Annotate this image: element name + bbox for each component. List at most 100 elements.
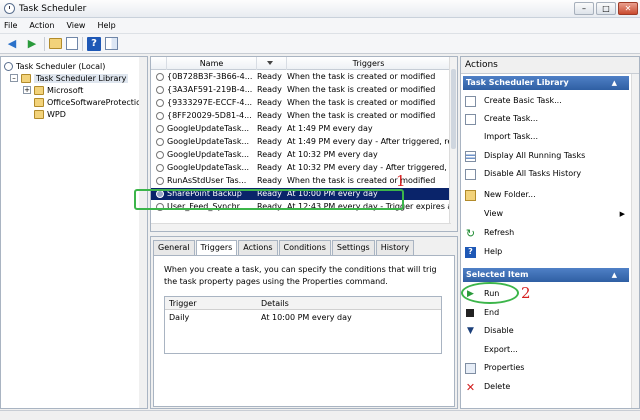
task-list-scrollbar[interactable] xyxy=(449,57,457,231)
action-help[interactable]: ? Help xyxy=(465,245,502,259)
column-icon[interactable] xyxy=(151,57,167,70)
section-label: Selected Item xyxy=(466,270,529,279)
tab-conditions[interactable]: Conditions xyxy=(278,240,331,255)
task-status: Ready xyxy=(257,150,282,159)
folder-icon xyxy=(465,189,476,201)
column-trigger[interactable]: Trigger xyxy=(169,297,197,310)
sort-arrow-icon xyxy=(267,61,273,65)
tab-settings[interactable]: Settings xyxy=(331,240,375,255)
column-details[interactable]: Details xyxy=(261,297,289,310)
actions-scrollbar[interactable] xyxy=(631,74,639,408)
tree-item-officesoftwareprotection[interactable]: OfficeSoftwareProtectio xyxy=(34,96,141,108)
back-arrow-icon[interactable]: ◀ xyxy=(4,36,20,52)
tab-actions[interactable]: Actions xyxy=(238,240,278,255)
action-export[interactable]: Export... xyxy=(465,343,518,357)
collapse-icon[interactable]: – xyxy=(10,74,18,82)
tree-item-root[interactable]: Task Scheduler (Local) xyxy=(4,60,105,72)
tree-scrollbar[interactable] xyxy=(139,57,147,408)
tree-item-microsoft[interactable]: + Microsoft xyxy=(23,84,83,96)
task-list-hscrollbar[interactable] xyxy=(151,223,451,231)
task-status: Ready xyxy=(257,85,282,94)
action-create-basic-task[interactable]: Create Basic Task... xyxy=(465,94,562,108)
table-row[interactable]: {0B728B3F-3B66-4... Ready When the task … xyxy=(151,71,451,83)
action-disable[interactable]: ▼ Disable xyxy=(465,324,514,338)
menu-action[interactable]: Action xyxy=(29,21,54,30)
action-delete[interactable]: ✕ Delete xyxy=(465,380,510,394)
action-label: Refresh xyxy=(484,228,515,237)
center-pane: Name Triggers {0B728B3F-3B66-4... Ready … xyxy=(134,56,458,409)
task-name: GoogleUpdateTask... xyxy=(167,150,250,159)
show-hide-tree-icon[interactable] xyxy=(66,37,78,50)
task-scheduler-app-icon xyxy=(4,3,15,14)
table-row[interactable]: {9333297E-ECCF-4... Ready When the task … xyxy=(151,97,451,109)
task-name: {3A3AF591-219B-4... xyxy=(167,85,253,94)
minimize-button[interactable]: – xyxy=(574,2,594,15)
tree-item-wpd[interactable]: WPD xyxy=(34,108,66,120)
task-name: GoogleUpdateTask... xyxy=(167,163,250,172)
folder-icon xyxy=(34,109,44,119)
triggers-table-header: Trigger Details xyxy=(165,297,441,310)
maximize-button[interactable]: □ xyxy=(596,2,616,15)
action-label: Export... xyxy=(484,345,518,354)
tree-item-label: Microsoft xyxy=(47,85,84,95)
highlight-ellipse-annotation xyxy=(461,282,519,304)
menu-file[interactable]: File xyxy=(4,21,17,30)
table-row[interactable]: RunAsStdUser Tas... Ready When the task … xyxy=(151,175,451,187)
task-name: {0B728B3F-3B66-4... xyxy=(167,72,253,81)
task-list-header: Name Triggers xyxy=(151,57,451,70)
menu-help[interactable]: Help xyxy=(97,21,115,30)
task-icon xyxy=(156,151,164,159)
show-action-pane-icon[interactable] xyxy=(105,37,118,50)
tab-general[interactable]: General xyxy=(153,240,195,255)
forward-arrow-icon[interactable]: ▶ xyxy=(24,36,40,52)
folder-up-icon[interactable] xyxy=(49,38,62,49)
action-label: Import Task... xyxy=(484,132,538,141)
action-display-running-tasks[interactable]: Display All Running Tasks xyxy=(465,149,585,163)
table-row[interactable]: GoogleUpdateTask... Ready At 1:49 PM eve… xyxy=(151,123,451,135)
action-label: Disable xyxy=(484,326,514,335)
close-button[interactable]: ✕ xyxy=(618,2,638,15)
tree-item-label: WPD xyxy=(47,109,66,119)
help-icon[interactable]: ? xyxy=(87,36,101,51)
triggers-description: When you create a task, you can specify … xyxy=(164,264,444,288)
table-row[interactable]: {3A3AF591-219B-4... Ready When the task … xyxy=(151,84,451,96)
action-create-task[interactable]: Create Task... xyxy=(465,112,538,126)
column-status[interactable] xyxy=(257,57,287,70)
action-new-folder[interactable]: New Folder... xyxy=(465,188,536,202)
task-icon xyxy=(156,99,164,107)
actions-title: Actions xyxy=(461,57,639,74)
tab-history[interactable]: History xyxy=(375,240,415,255)
table-row[interactable]: GoogleUpdateTask... Ready At 10:32 PM ev… xyxy=(151,149,451,161)
action-import-task[interactable]: Import Task... xyxy=(465,130,538,144)
menu-view[interactable]: View xyxy=(66,21,85,30)
stop-icon xyxy=(466,309,474,317)
table-row[interactable]: {8FF20029-5D81-4... Ready When the task … xyxy=(151,110,451,122)
action-refresh[interactable]: ↻ Refresh xyxy=(465,226,514,240)
table-row[interactable]: GoogleUpdateTask... Ready At 1:49 PM eve… xyxy=(151,136,451,148)
tree-item-label: Task Scheduler Library xyxy=(34,73,129,83)
highlight-box-annotation xyxy=(134,189,404,210)
action-properties[interactable]: Properties xyxy=(465,361,524,375)
action-label: Disable All Tasks History xyxy=(484,169,582,178)
action-label: New Folder... xyxy=(484,190,536,199)
action-view[interactable]: View ▶ xyxy=(465,207,625,221)
action-end[interactable]: End xyxy=(465,306,499,320)
section-selected-item[interactable]: Selected Item ▲ xyxy=(463,268,629,282)
task-trigger: When the task is created or modified xyxy=(287,72,436,81)
tree-item-library[interactable]: – Task Scheduler Library xyxy=(10,72,129,84)
tree-item-label: Task Scheduler (Local) xyxy=(16,61,106,71)
details-pane: General Triggers Actions Conditions Sett… xyxy=(150,236,458,409)
action-disable-tasks-history[interactable]: Disable All Tasks History xyxy=(465,167,581,181)
column-triggers[interactable]: Triggers xyxy=(287,57,451,70)
toolbar-separator xyxy=(82,36,83,51)
table-row[interactable]: GoogleUpdateTask... Ready At 10:32 PM ev… xyxy=(151,162,451,174)
action-label: View xyxy=(484,209,503,218)
task-status: Ready xyxy=(257,111,282,120)
task-status: Ready xyxy=(257,124,282,133)
expand-icon[interactable]: + xyxy=(23,86,31,94)
column-name[interactable]: Name xyxy=(167,57,257,70)
scrollbar-thumb[interactable] xyxy=(451,69,456,149)
tab-triggers[interactable]: Triggers xyxy=(195,240,238,256)
section-task-scheduler-library[interactable]: Task Scheduler Library ▲ xyxy=(463,76,629,90)
task-trigger: When the task is created or modified xyxy=(287,111,436,120)
